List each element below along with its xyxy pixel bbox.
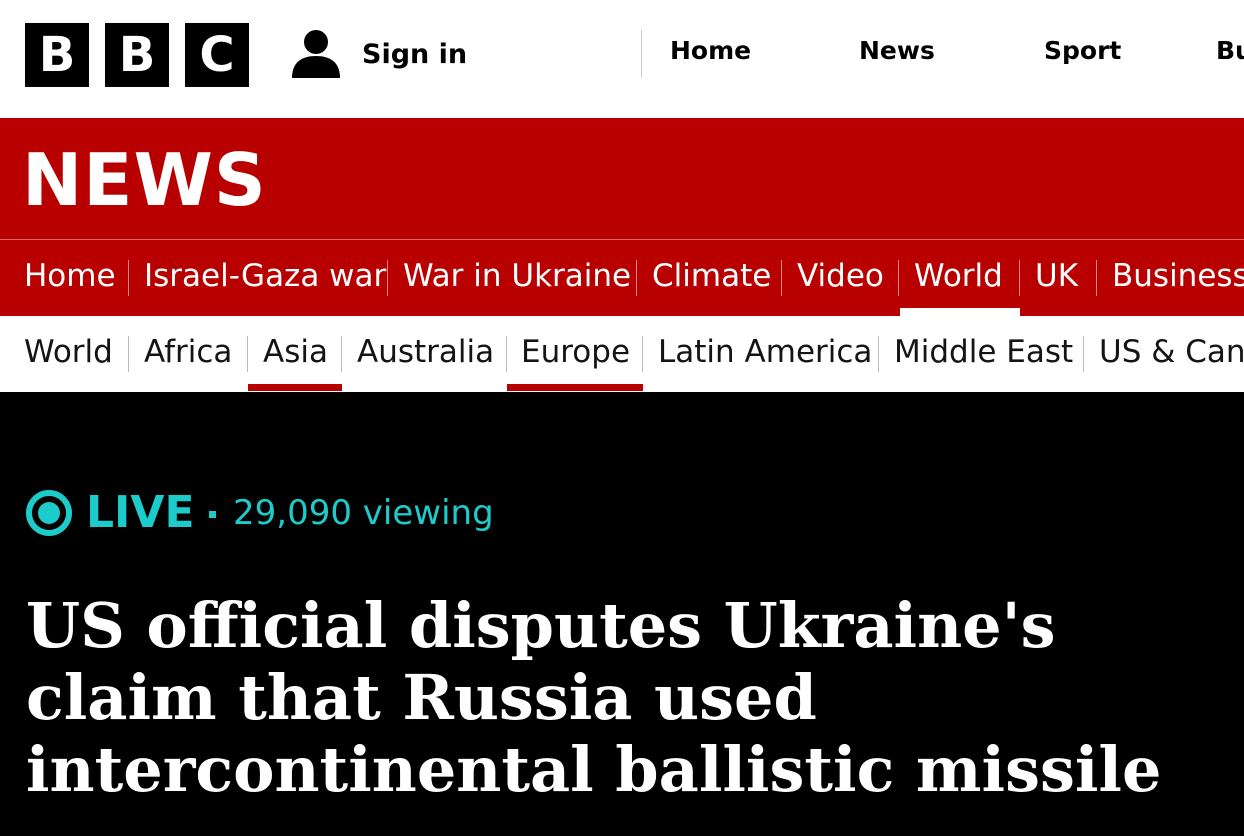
primary-nav-war-in-ukraine[interactable]: War in Ukraine xyxy=(403,258,631,294)
nav-separator xyxy=(506,336,507,372)
europe-nav-underline xyxy=(507,384,643,391)
primary-nav-home[interactable]: Home xyxy=(24,258,116,294)
top-nav-home[interactable]: Home xyxy=(670,36,751,65)
secondary-nav-africa[interactable]: Africa xyxy=(144,334,232,370)
top-nav-business[interactable]: Bu xyxy=(1216,36,1244,65)
nav-separator xyxy=(1019,260,1020,296)
bbc-top-bar: B B C Sign in Home News Sport Bu xyxy=(0,0,1244,118)
nav-separator xyxy=(128,260,129,296)
primary-nav: Home Israel-Gaza war War in Ukraine Clim… xyxy=(0,240,1244,316)
secondary-nav-australia[interactable]: Australia xyxy=(357,334,494,370)
primary-nav-uk[interactable]: UK xyxy=(1035,258,1078,294)
person-icon xyxy=(292,30,340,78)
secondary-nav: World Africa Asia Australia Europe Latin… xyxy=(0,316,1244,392)
nav-separator xyxy=(878,336,879,372)
nav-separator xyxy=(341,336,342,372)
live-label: LIVE xyxy=(86,487,195,538)
primary-nav-business[interactable]: Business xyxy=(1112,258,1244,294)
nav-separator xyxy=(636,260,637,296)
active-nav-indicator xyxy=(900,308,1020,316)
primary-nav-climate[interactable]: Climate xyxy=(652,258,771,294)
secondary-nav-us-canada[interactable]: US & Cana xyxy=(1099,334,1244,370)
bbc-logo-c[interactable]: C xyxy=(185,23,249,87)
nav-separator xyxy=(1083,336,1084,372)
top-divider xyxy=(641,30,642,78)
top-nav-news[interactable]: News xyxy=(859,36,935,65)
top-nav-sport[interactable]: Sport xyxy=(1044,36,1121,65)
secondary-nav-latin-america[interactable]: Latin America xyxy=(658,334,872,370)
sign-in-link[interactable]: Sign in xyxy=(290,26,467,82)
secondary-nav-europe[interactable]: Europe xyxy=(521,334,630,370)
sign-in-label: Sign in xyxy=(362,38,468,70)
nav-separator xyxy=(898,260,899,296)
asia-nav-underline xyxy=(248,384,342,391)
nav-separator xyxy=(387,260,388,296)
primary-nav-world[interactable]: World xyxy=(914,258,1003,294)
secondary-nav-middle-east[interactable]: Middle East xyxy=(894,334,1073,370)
bbc-logo-b1[interactable]: B xyxy=(25,23,89,87)
live-indicator-icon xyxy=(26,490,72,536)
nav-separator xyxy=(128,336,129,372)
news-logo[interactable]: NEWS xyxy=(22,138,267,222)
secondary-nav-asia[interactable]: Asia xyxy=(263,334,328,370)
bbc-logo-b2[interactable]: B xyxy=(105,23,169,87)
nav-separator xyxy=(247,336,248,372)
live-separator-dot xyxy=(209,511,216,518)
nav-separator xyxy=(1096,260,1097,296)
primary-nav-video[interactable]: Video xyxy=(797,258,884,294)
page-headline: US official disputes Ukraine's claim tha… xyxy=(26,589,1162,806)
viewer-count: 29,090 viewing xyxy=(233,493,494,533)
primary-nav-israel-gaza-war[interactable]: Israel-Gaza war xyxy=(144,258,386,294)
nav-separator xyxy=(642,336,643,372)
nav-separator xyxy=(781,260,782,296)
secondary-nav-world[interactable]: World xyxy=(24,334,113,370)
